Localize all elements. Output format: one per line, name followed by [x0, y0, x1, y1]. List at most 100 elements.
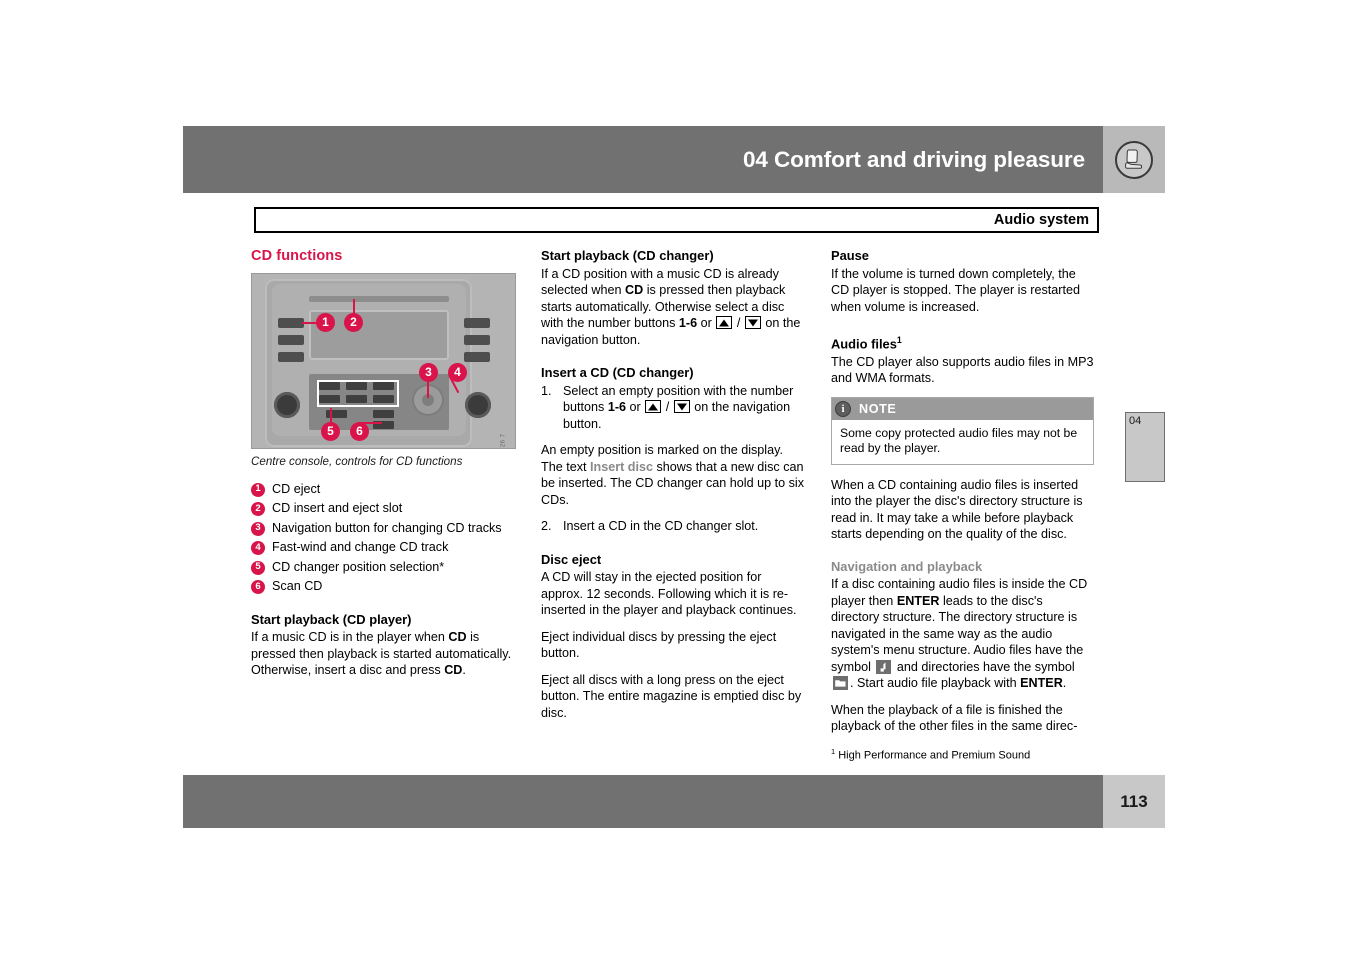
spp-text-c: . — [462, 663, 466, 677]
console-left-button-1 — [278, 317, 304, 328]
legend-text-2: CD insert and eject slot — [272, 501, 403, 515]
last-paragraph: When the playback of a file is finished … — [831, 702, 1078, 734]
page-header-band: 04 Comfort and driving pleasure — [183, 126, 1103, 193]
note-box: i NOTE Some copy protected audio files m… — [831, 396, 1094, 465]
volume-knob — [274, 391, 300, 418]
callout-6: 6 — [350, 421, 369, 441]
manual-page: 04 Comfort and driving pleasure Audio sy… — [0, 0, 1350, 954]
insert-cd-paragraph: An empty position is marked on the displ… — [541, 442, 806, 508]
cd-functions-heading: CD functions — [251, 248, 343, 264]
page-title: 04 Comfort and driving pleasure — [743, 146, 1085, 172]
pause-body: If the volume is turned down completely,… — [831, 266, 1080, 314]
disc-eject-heading: Disc eject — [541, 551, 602, 567]
legend-item: 5 CD changer position selection* — [251, 559, 516, 576]
info-icon: i — [835, 400, 851, 417]
audio-files-body: The CD player also supports audio files … — [831, 354, 1094, 386]
legend-bullet-5: 5 — [251, 560, 265, 575]
legend-item: 2 CD insert and eject slot — [251, 500, 516, 517]
down-arrow-key-icon — [744, 316, 761, 329]
step-1-text-b: or — [626, 400, 645, 414]
nav-text-e: . — [1062, 676, 1067, 691]
music-note-symbol-icon — [876, 659, 892, 674]
spc-bold-1: CD — [625, 283, 644, 297]
callout-3: 3 — [419, 362, 438, 382]
console-left-button-2 — [278, 334, 304, 345]
chapter-number: 04 — [1129, 415, 1142, 427]
nav-bold-2: ENTER — [1020, 676, 1063, 691]
footnote-text: High Performance and Premium Sound — [838, 749, 1031, 762]
insert-cd-step-1: 1. Select an empty position with the numb… — [541, 383, 806, 433]
spc-text-c: or — [697, 316, 716, 330]
legend-bullet-1: 1 — [251, 482, 265, 497]
legend-text-3: Navigation button for changing CD tracks — [272, 520, 502, 535]
spp-bold-2: CD — [444, 663, 463, 677]
legend-bullet-4: 4 — [251, 541, 265, 555]
car-seat-icon — [1115, 140, 1153, 179]
callout-4: 4 — [448, 362, 467, 382]
note-body: Some copy protected audio files may not … — [840, 425, 1078, 456]
chapter-thumb-tab: 04 — [1125, 412, 1165, 482]
note-header: i NOTE — [832, 397, 1093, 420]
cd-functions-legend: 1 CD eject 2 CD insert and eject slot 3 … — [251, 481, 516, 595]
figure-caption: Centre console, controls for CD function… — [251, 454, 463, 468]
insert-cd-step-2: 2. Insert a CD in the CD changer slot. — [541, 518, 806, 535]
column-two: Start playback (CD changer) If a CD posi… — [541, 248, 806, 731]
nav-bold-1: ENTER — [896, 593, 940, 608]
step-1-text-c: / — [662, 400, 673, 414]
section-tab-bar: Audio system — [254, 207, 1099, 233]
tune-knob — [465, 391, 491, 418]
legend-text-4: Fast-wind and change CD track — [272, 540, 449, 554]
legend-text-5: CD changer position selection* — [272, 559, 445, 574]
step-2-number: 2. — [541, 519, 552, 533]
legend-bullet-6: 6 — [251, 580, 265, 594]
legend-item: 6 Scan CD — [251, 578, 516, 595]
legend-item: 4 Fast-wind and change CD track — [251, 539, 516, 556]
page-number: 113 — [1120, 791, 1148, 811]
page-number-box: 113 — [1103, 775, 1165, 828]
legend-text-6: Scan CD — [272, 579, 323, 593]
callout-2: 2 — [344, 312, 363, 332]
section-tab-label: Audio system — [993, 212, 1089, 228]
preset-group-highlight — [317, 379, 399, 407]
legend-bullet-2: 2 — [251, 502, 265, 516]
after-note-paragraph: When a CD containing audio files is inse… — [831, 477, 1083, 542]
up-arrow-key-icon — [645, 400, 662, 413]
spc-text-d: / — [733, 316, 744, 330]
navigation-playback-body: If a disc containing audio files is insi… — [831, 576, 1094, 692]
insert-cd-heading: Insert a CD (CD changer) — [541, 365, 694, 380]
centre-console-image: 1 2 3 4 5 6 G011026 7 — [251, 272, 516, 449]
note-title: NOTE — [859, 401, 897, 416]
column-one: CD functions 1 2 3 4 5 6 Centre console,… — [251, 248, 516, 689]
console-right-button-1 — [464, 317, 490, 328]
audio-files-heading: Audio files1 — [831, 332, 1094, 353]
legend-item: 3 Navigation button for changing CD trac… — [251, 520, 516, 537]
disc-eject-para-1: A CD will stay in the ejected position f… — [541, 570, 797, 617]
audio-files-heading-text: Audio files — [831, 336, 897, 352]
console-right-button-2 — [464, 334, 490, 345]
step-1-bold: 1-6 — [607, 400, 627, 414]
console-function-button-b — [373, 409, 394, 418]
down-arrow-key-icon — [673, 400, 690, 413]
insert-disc-term: Insert disc — [590, 459, 653, 474]
pause-heading: Pause — [831, 248, 869, 263]
nav-text-c: and directories have the symbol — [893, 659, 1075, 674]
start-playback-changer-body: If a CD position with a music CD is alre… — [541, 266, 806, 349]
navigation-playback-heading: Navigation and playback — [831, 558, 983, 574]
folder-symbol-icon — [833, 676, 848, 691]
header-icon-container — [1103, 126, 1165, 193]
leader-line-5 — [330, 407, 332, 423]
spp-bold-1: CD — [448, 630, 467, 644]
step-2-text: Insert a CD in the CD changer slot. — [563, 519, 759, 533]
disc-eject-para-2: Eject individual discs by pressing the e… — [541, 629, 777, 661]
audio-files-footnote-marker: 1 — [896, 335, 902, 345]
disc-eject-para-3: Eject all discs with a long press on the… — [541, 672, 802, 720]
console-left-button-3 — [278, 351, 304, 362]
legend-item: 1 CD eject — [251, 481, 516, 498]
up-arrow-key-icon — [716, 316, 733, 329]
legend-text-1: CD eject — [272, 481, 321, 496]
centre-console-figure: 1 2 3 4 5 6 G011026 7 Centre console, co… — [251, 272, 516, 469]
console-right-button-3 — [464, 351, 490, 362]
spc-bold-2: 1-6 — [678, 316, 698, 330]
footnote-marker: 1 — [831, 746, 836, 756]
spp-text-a: If a music CD is in the player when — [251, 630, 449, 644]
